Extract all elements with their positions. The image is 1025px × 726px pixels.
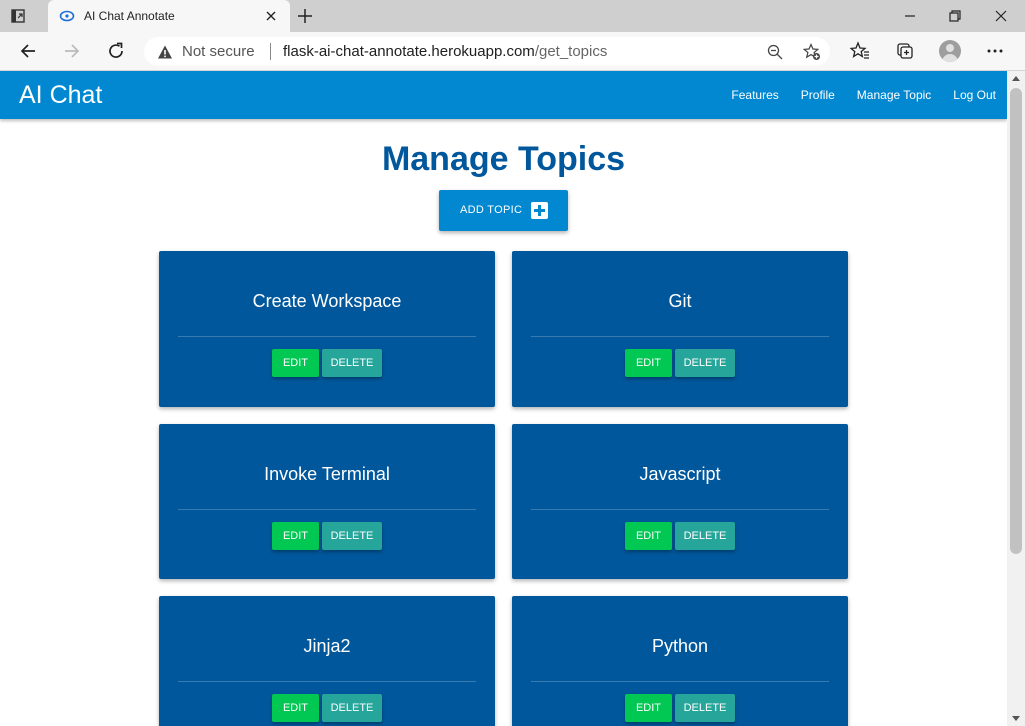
- profile-avatar[interactable]: [939, 40, 961, 62]
- delete-button[interactable]: DELETE: [322, 694, 382, 722]
- edit-button[interactable]: EDIT: [625, 349, 672, 377]
- nav-profile[interactable]: Profile: [801, 88, 835, 102]
- scroll-up-arrow-icon[interactable]: [1012, 76, 1020, 81]
- nav-links: Features Profile Manage Topic Log Out: [731, 88, 996, 102]
- nav-manage-topic[interactable]: Manage Topic: [857, 88, 932, 102]
- address-separator: [270, 43, 271, 60]
- add-topic-label: ADD TOPIC: [460, 204, 523, 216]
- topic-card: Javascript EDIT DELETE: [512, 424, 848, 579]
- app-navbar: AI Chat Features Profile Manage Topic Lo…: [0, 71, 1007, 119]
- restore-icon[interactable]: [945, 6, 965, 26]
- delete-button[interactable]: DELETE: [322, 349, 382, 377]
- topic-title: Git: [668, 291, 692, 311]
- card-divider: [178, 336, 476, 337]
- tab-title: AI Chat Annotate: [84, 9, 175, 23]
- card-divider: [531, 336, 829, 337]
- scroll-down-arrow-icon[interactable]: [1012, 716, 1020, 721]
- back-icon[interactable]: [18, 41, 38, 61]
- edit-button[interactable]: EDIT: [272, 522, 319, 550]
- security-label[interactable]: Not secure: [182, 43, 255, 60]
- edit-button[interactable]: EDIT: [625, 522, 672, 550]
- topic-title: Python: [651, 636, 709, 656]
- edit-button[interactable]: EDIT: [272, 694, 319, 722]
- topic-card: Invoke Terminal EDIT DELETE: [159, 424, 495, 579]
- delete-button[interactable]: DELETE: [322, 522, 382, 550]
- zoom-icon[interactable]: [766, 43, 784, 61]
- topic-card: Jinja2 EDIT DELETE: [159, 596, 495, 726]
- refresh-icon[interactable]: [106, 41, 126, 61]
- url-text[interactable]: flask-ai-chat-annotate.herokuapp.com/get…: [283, 43, 607, 60]
- card-divider: [531, 509, 829, 510]
- delete-button[interactable]: DELETE: [675, 694, 735, 722]
- page-viewport: AI Chat Features Profile Manage Topic Lo…: [0, 71, 1025, 726]
- close-tab-icon[interactable]: [263, 8, 279, 24]
- page-title: Manage Topics: [381, 140, 626, 178]
- browser-tab[interactable]: AI Chat Annotate: [48, 0, 290, 32]
- topic-title: Jinja2: [303, 636, 351, 656]
- avatar-head: [946, 44, 954, 52]
- topic-title: Create Workspace: [252, 291, 402, 311]
- delete-button[interactable]: DELETE: [675, 349, 735, 377]
- browser-toolbar: Not secure flask-ai-chat-annotate.heroku…: [0, 32, 1025, 71]
- url-host: flask-ai-chat-annotate.herokuapp.com: [283, 43, 535, 60]
- brand-logo[interactable]: AI Chat: [19, 81, 102, 110]
- vertical-scrollbar[interactable]: [1007, 71, 1025, 726]
- topic-card: Git EDIT DELETE: [512, 251, 848, 407]
- browser-tab-strip: AI Chat Annotate: [0, 0, 1025, 32]
- card-divider: [178, 681, 476, 682]
- topic-title: Javascript: [639, 464, 721, 484]
- tab-actions-icon[interactable]: [10, 8, 26, 24]
- scrollbar-thumb[interactable]: [1010, 88, 1022, 554]
- edit-button[interactable]: EDIT: [272, 349, 319, 377]
- more-options-icon[interactable]: [985, 41, 1005, 61]
- minimize-icon[interactable]: [900, 6, 920, 26]
- forward-icon[interactable]: [62, 41, 82, 61]
- url-path: /get_topics: [534, 43, 608, 60]
- topic-card: Create Workspace EDIT DELETE: [159, 251, 495, 407]
- add-topic-button[interactable]: ADD TOPIC: [439, 190, 568, 231]
- new-tab-icon[interactable]: [296, 7, 314, 25]
- plus-box-icon: [531, 202, 548, 219]
- favorites-icon[interactable]: [850, 41, 870, 61]
- nav-log-out[interactable]: Log Out: [953, 88, 996, 102]
- card-divider: [531, 681, 829, 682]
- collections-icon[interactable]: [895, 41, 915, 61]
- add-favorite-icon[interactable]: [803, 43, 821, 61]
- warning-icon[interactable]: [157, 44, 173, 60]
- topic-card: Python EDIT DELETE: [512, 596, 848, 726]
- card-divider: [178, 509, 476, 510]
- topic-title: Invoke Terminal: [264, 464, 390, 484]
- delete-button[interactable]: DELETE: [675, 522, 735, 550]
- close-window-icon[interactable]: [991, 6, 1011, 26]
- edit-button[interactable]: EDIT: [625, 694, 672, 722]
- avatar-body: [942, 54, 958, 62]
- address-bar[interactable]: Not secure flask-ai-chat-annotate.heroku…: [144, 37, 830, 66]
- chat-favicon-icon: [59, 10, 75, 22]
- nav-features[interactable]: Features: [731, 88, 778, 102]
